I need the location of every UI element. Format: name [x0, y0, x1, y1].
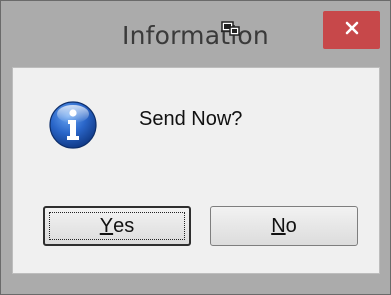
yes-label-rest: es	[113, 214, 135, 237]
yes-mnemonic: Y	[99, 214, 114, 237]
information-icon	[48, 100, 98, 150]
dialog-body: Send Now? Yes No	[12, 67, 380, 274]
close-icon	[344, 20, 360, 40]
dialog-message: Send Now?	[139, 108, 243, 130]
yes-button[interactable]: Yes	[43, 206, 191, 246]
dialog-window: Information Send Now? Y es N o	[0, 0, 391, 295]
no-label-rest: o	[285, 214, 297, 237]
no-mnemonic: N	[271, 214, 286, 237]
title-bar[interactable]: Information	[1, 1, 390, 67]
window-overlay-icon	[221, 21, 241, 37]
no-button[interactable]: No	[210, 206, 358, 246]
close-button[interactable]	[323, 11, 380, 49]
